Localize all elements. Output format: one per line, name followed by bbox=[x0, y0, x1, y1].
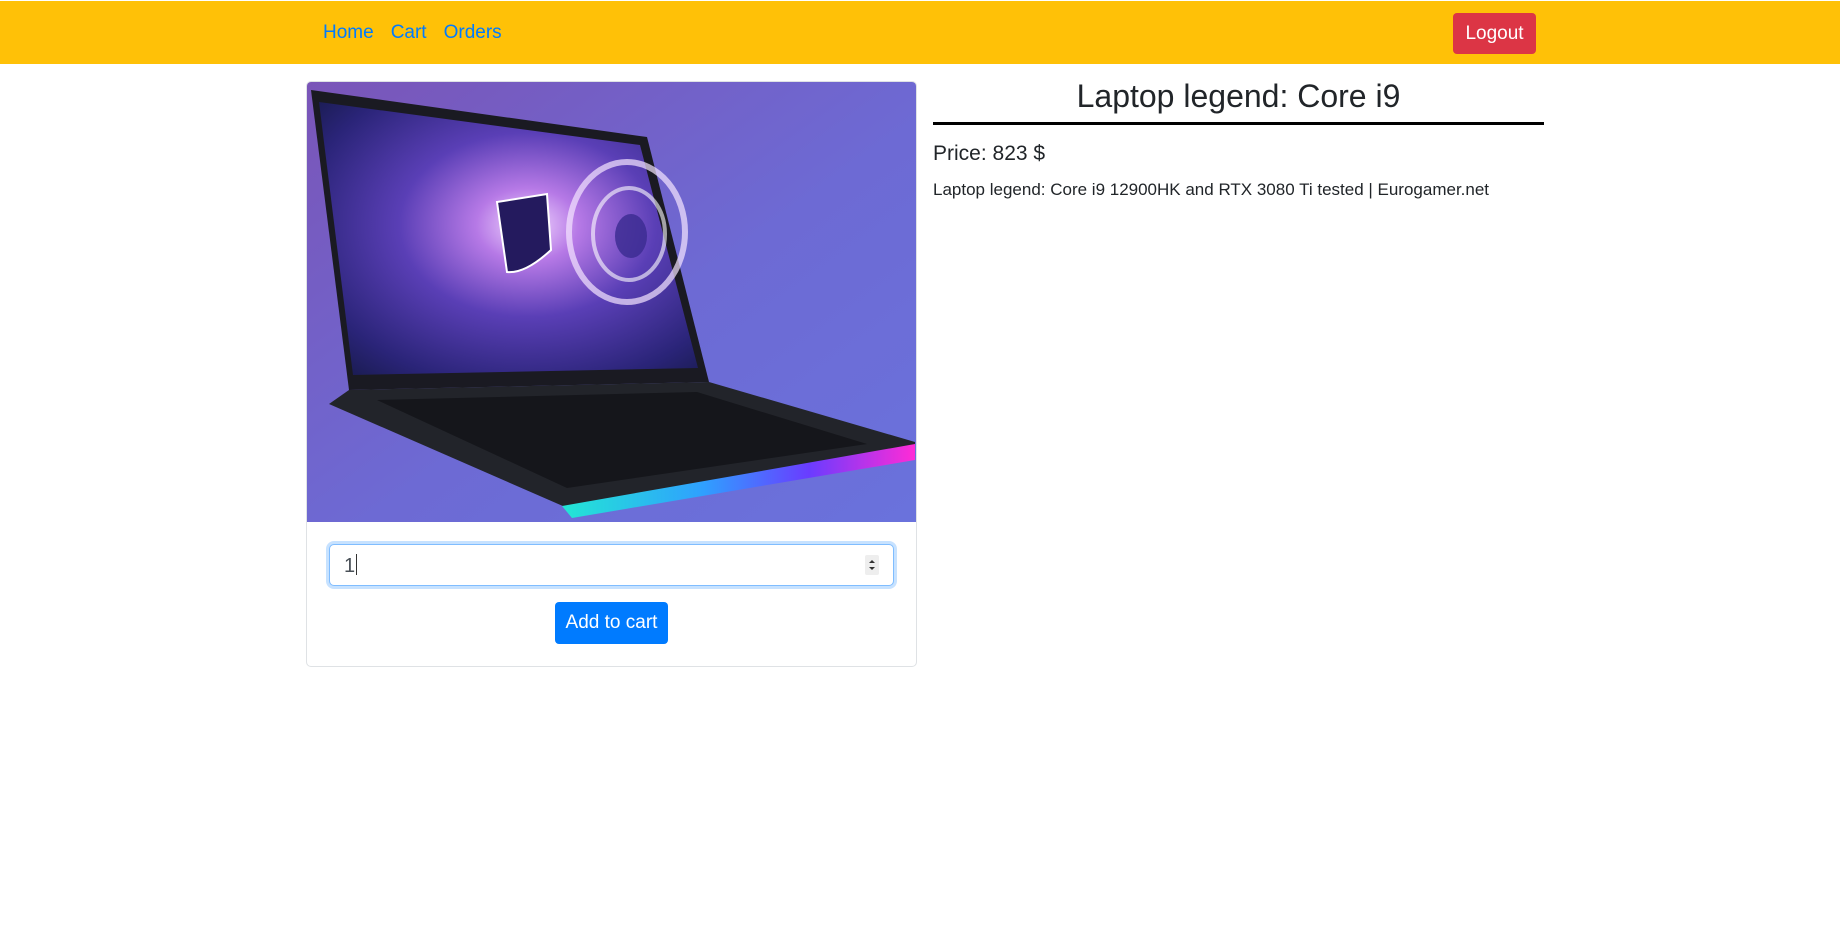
title-divider bbox=[933, 122, 1544, 125]
nav-link-cart[interactable]: Cart bbox=[391, 22, 427, 44]
nav-link-home[interactable]: Home bbox=[323, 22, 374, 44]
product-price: Price: 823 $ bbox=[933, 142, 1046, 165]
product-description: Laptop legend: Core i9 12900HK and RTX 3… bbox=[933, 180, 1490, 199]
nav-link-orders[interactable]: Orders bbox=[444, 22, 502, 44]
nav-links: Home Cart Orders bbox=[323, 1, 519, 64]
add-to-cart-button[interactable]: Add to cart bbox=[555, 602, 668, 644]
product-card: 1 Add to cart bbox=[306, 81, 917, 667]
logout-button[interactable]: Logout bbox=[1453, 13, 1536, 54]
navbar: Home Cart Orders Logout bbox=[0, 1, 1840, 64]
quantity-value: 1 bbox=[344, 554, 358, 577]
product-image bbox=[307, 82, 916, 522]
laptop-illustration bbox=[307, 82, 916, 522]
product-title: Laptop legend: Core i9 bbox=[1076, 78, 1401, 114]
quantity-stepper-icon[interactable] bbox=[865, 555, 879, 575]
quantity-input[interactable]: 1 bbox=[329, 544, 894, 586]
